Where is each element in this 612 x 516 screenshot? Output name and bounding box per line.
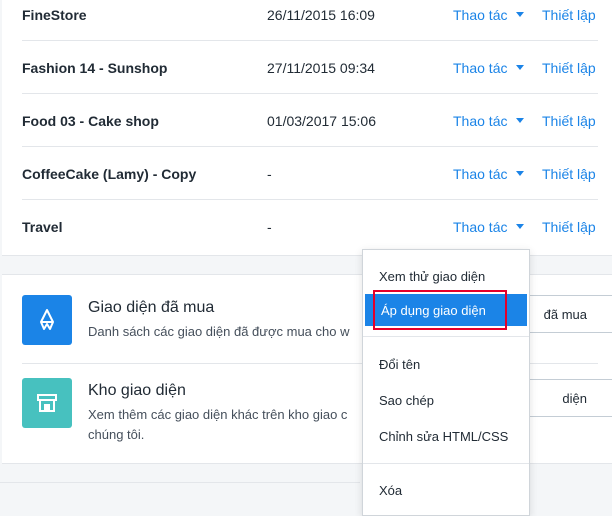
store-desc-line1: Xem thêm các giao diện khác trên kho gia… [88, 407, 348, 422]
footer-divider [0, 482, 360, 483]
theme-purchased-icon [22, 295, 72, 345]
menu-item-apply[interactable]: Áp dụng giao diện [365, 290, 527, 330]
theme-list-card: FineStore 26/11/2015 16:09 Thao tác Thiế… [2, 0, 612, 256]
actions-label: Thao tác [453, 112, 508, 129]
theme-name: FineStore [22, 6, 87, 23]
theme-date: 01/03/2017 15:06 [267, 112, 376, 129]
theme-name: Food 03 - Cake shop [22, 112, 159, 129]
theme-actions-menu: Xem thử giao diện Áp dụng giao diện Đổi … [362, 249, 530, 516]
actions-label: Thao tác [453, 6, 508, 23]
theme-date: - [267, 218, 272, 235]
actions-dropdown-button[interactable]: Thao tác [453, 165, 525, 182]
actions-dropdown-button[interactable]: Thao tác [453, 59, 525, 76]
purchased-desc: Danh sách các giao diện đã được mua cho … [88, 324, 350, 339]
theme-row: CoffeeCake (Lamy) - Copy - Thao tác Thiế… [22, 147, 612, 200]
theme-row: FineStore 26/11/2015 16:09 Thao tác Thiế… [22, 0, 612, 41]
setup-link[interactable]: Thiết lập [542, 219, 596, 235]
setup-link[interactable]: Thiết lập [542, 113, 596, 129]
theme-name: Fashion 14 - Sunshop [22, 59, 168, 76]
store-desc: Xem thêm các giao diện khác trên kho gia… [88, 405, 378, 445]
theme-date: - [267, 165, 272, 182]
menu-item-apply-label: Áp dụng giao diện [381, 302, 486, 318]
actions-dropdown-button[interactable]: Thao tác [453, 112, 525, 129]
caret-down-icon [516, 224, 525, 229]
menu-item-rename[interactable]: Đổi tên [363, 348, 529, 380]
menu-item-copy[interactable]: Sao chép [363, 384, 529, 416]
menu-separator [363, 463, 529, 464]
theme-name: Travel [22, 218, 63, 235]
caret-down-icon [516, 65, 525, 70]
caret-down-icon [516, 118, 525, 123]
actions-dropdown-button[interactable]: Thao tác [453, 6, 525, 23]
store-icon [22, 378, 72, 428]
theme-date: 26/11/2015 16:09 [267, 6, 375, 23]
theme-row: Travel - Thao tác Thiết lập [22, 200, 612, 253]
theme-date: 27/11/2015 09:34 [267, 59, 375, 76]
actions-label: Thao tác [453, 218, 508, 235]
menu-item-delete[interactable]: Xóa [363, 474, 529, 506]
purchased-title: Giao diện đã mua [88, 299, 215, 316]
caret-down-icon [516, 171, 525, 176]
menu-item-edit-html-css[interactable]: Chỉnh sửa HTML/CSS [363, 420, 529, 452]
setup-link[interactable]: Thiết lập [542, 60, 596, 76]
store-title: Kho giao diện [88, 382, 186, 399]
menu-item-preview[interactable]: Xem thử giao diện [363, 260, 529, 292]
theme-row: Food 03 - Cake shop 01/03/2017 15:06 Tha… [22, 94, 612, 147]
actions-dropdown-button[interactable]: Thao tác [453, 218, 525, 235]
setup-link[interactable]: Thiết lập [542, 7, 596, 23]
store-desc-line2: chúng tôi. [88, 427, 145, 442]
actions-label: Thao tác [453, 59, 508, 76]
setup-link[interactable]: Thiết lập [542, 166, 596, 182]
theme-name: CoffeeCake (Lamy) - Copy [22, 165, 197, 182]
caret-down-icon [516, 12, 525, 17]
actions-label: Thao tác [453, 165, 508, 182]
theme-row: Fashion 14 - Sunshop 27/11/2015 09:34 Th… [22, 41, 612, 94]
menu-separator [363, 336, 529, 337]
